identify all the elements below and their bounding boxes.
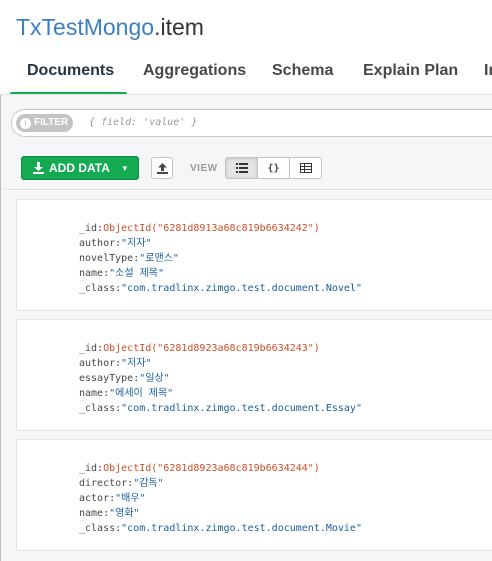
document-field: director:"감독" — [79, 478, 164, 489]
document-field: name:"영화" — [79, 508, 140, 519]
filter-badge-label: FILTER — [34, 117, 69, 128]
document-fields: _id:ObjectId("6281d8923a68c819b6634244")… — [79, 461, 362, 536]
field-value[interactable]: ObjectId("6281d8913a68c819b6634242") — [103, 223, 320, 234]
document-fields: _id:ObjectId("6281d8923a68c819b6634243")… — [79, 341, 362, 416]
document-card[interactable]: _id:ObjectId("6281d8913a68c819b6634242")… — [16, 199, 492, 311]
field-value[interactable]: "com.tradlinx.zimgo.test.document.Essay" — [121, 403, 362, 414]
filter-badge[interactable]: i FILTER — [16, 114, 74, 132]
field-key: director — [79, 478, 128, 489]
field-value[interactable]: "일상" — [139, 373, 169, 384]
tab-documents[interactable]: Documents — [27, 62, 114, 80]
view-switcher: {} — [225, 157, 322, 179]
field-key: _class — [79, 403, 116, 414]
window-edge — [0, 95, 1, 561]
database-name[interactable]: TxTestMongo — [16, 14, 154, 40]
field-key: author — [79, 238, 116, 249]
field-value[interactable]: "영화" — [109, 508, 139, 519]
field-value[interactable]: "저자" — [121, 238, 151, 249]
json-view-icon: {} — [267, 162, 280, 174]
field-key: _id — [79, 223, 98, 234]
document-field: _class:"com.tradlinx.zimgo.test.document… — [79, 523, 362, 534]
table-view-button[interactable] — [289, 157, 322, 179]
documents-toolbar: ADD DATA ▼ VIEW {} — [0, 150, 492, 190]
export-button[interactable] — [151, 157, 173, 179]
field-key: _id — [79, 343, 98, 354]
document-field: _class:"com.tradlinx.zimgo.test.document… — [79, 403, 362, 414]
document-field: author:"저자" — [79, 358, 152, 369]
document-field: _id:ObjectId("6281d8913a68c819b6634242") — [79, 223, 320, 234]
json-view-button[interactable]: {} — [257, 157, 290, 179]
download-icon — [33, 162, 44, 174]
field-value[interactable]: "감독" — [133, 478, 163, 489]
field-value[interactable]: "저자" — [121, 358, 151, 369]
field-value[interactable]: ObjectId("6281d8923a68c819b6634243") — [103, 343, 320, 354]
field-key: novelType — [79, 253, 134, 264]
list-view-icon — [235, 163, 248, 173]
field-value[interactable]: "에세이 제목" — [109, 388, 173, 399]
document-field: _id:ObjectId("6281d8923a68c819b6634243") — [79, 343, 320, 354]
field-key: actor — [79, 493, 110, 504]
document-list: _id:ObjectId("6281d8913a68c819b6634242")… — [0, 191, 492, 561]
tab-aggregations[interactable]: Aggregations — [143, 62, 246, 80]
tab-schema[interactable]: Schema — [272, 62, 333, 80]
add-data-label: ADD DATA — [49, 161, 110, 175]
field-value[interactable]: "배우" — [115, 493, 145, 504]
document-card[interactable]: _id:ObjectId("6281d8923a68c819b6634243")… — [16, 319, 492, 431]
query-bar: i FILTER { field: 'value' } — [0, 95, 492, 150]
tab-indexes[interactable]: In — [484, 62, 492, 80]
document-field: novelType:"로맨스" — [79, 253, 179, 264]
field-key: _class — [79, 523, 116, 534]
collection-name: .item — [154, 14, 204, 40]
document-field: name:"에세이 제목" — [79, 388, 174, 399]
document-field: author:"저자" — [79, 238, 152, 249]
field-value[interactable]: "com.tradlinx.zimgo.test.document.Movie" — [121, 523, 362, 534]
document-field: _id:ObjectId("6281d8923a68c819b6634244") — [79, 463, 320, 474]
list-view-button[interactable] — [225, 157, 258, 179]
document-field: essayType:"일상" — [79, 373, 170, 384]
namespace-title: TxTestMongo.item — [16, 14, 204, 41]
tab-explain-plan[interactable]: Explain Plan — [363, 62, 458, 80]
document-field: actor:"배우" — [79, 493, 146, 504]
document-field: name:"소설 제목" — [79, 268, 164, 279]
document-card[interactable]: _id:ObjectId("6281d8923a68c819b6634244")… — [16, 439, 492, 551]
document-fields: _id:ObjectId("6281d8913a68c819b6634242")… — [79, 221, 362, 296]
field-key: name — [79, 388, 104, 399]
document-field: _class:"com.tradlinx.zimgo.test.document… — [79, 283, 362, 294]
filter-input[interactable]: i FILTER { field: 'value' } — [11, 109, 492, 137]
field-key: name — [79, 508, 104, 519]
add-data-button[interactable]: ADD DATA ▼ — [21, 156, 139, 180]
info-icon: i — [20, 117, 31, 129]
field-value[interactable]: ObjectId("6281d8923a68c819b6634244") — [103, 463, 320, 474]
field-key: _id — [79, 463, 98, 474]
chevron-down-icon: ▼ — [120, 163, 129, 173]
upload-icon — [156, 162, 168, 174]
collection-header: TxTestMongo.item Documents Aggregations … — [0, 0, 492, 96]
field-value[interactable]: "소설 제목" — [109, 268, 164, 279]
collection-tabs: Documents Aggregations Schema Explain Pl… — [0, 52, 492, 96]
view-label: VIEW — [190, 163, 218, 174]
field-key: name — [79, 268, 104, 279]
filter-placeholder: { field: 'value' } — [89, 117, 198, 128]
field-key: essayType — [79, 373, 134, 384]
field-value[interactable]: "com.tradlinx.zimgo.test.document.Novel" — [121, 283, 362, 294]
table-view-icon — [299, 163, 312, 173]
field-value[interactable]: "로맨스" — [139, 253, 179, 264]
field-key: author — [79, 358, 116, 369]
field-key: _class — [79, 283, 116, 294]
